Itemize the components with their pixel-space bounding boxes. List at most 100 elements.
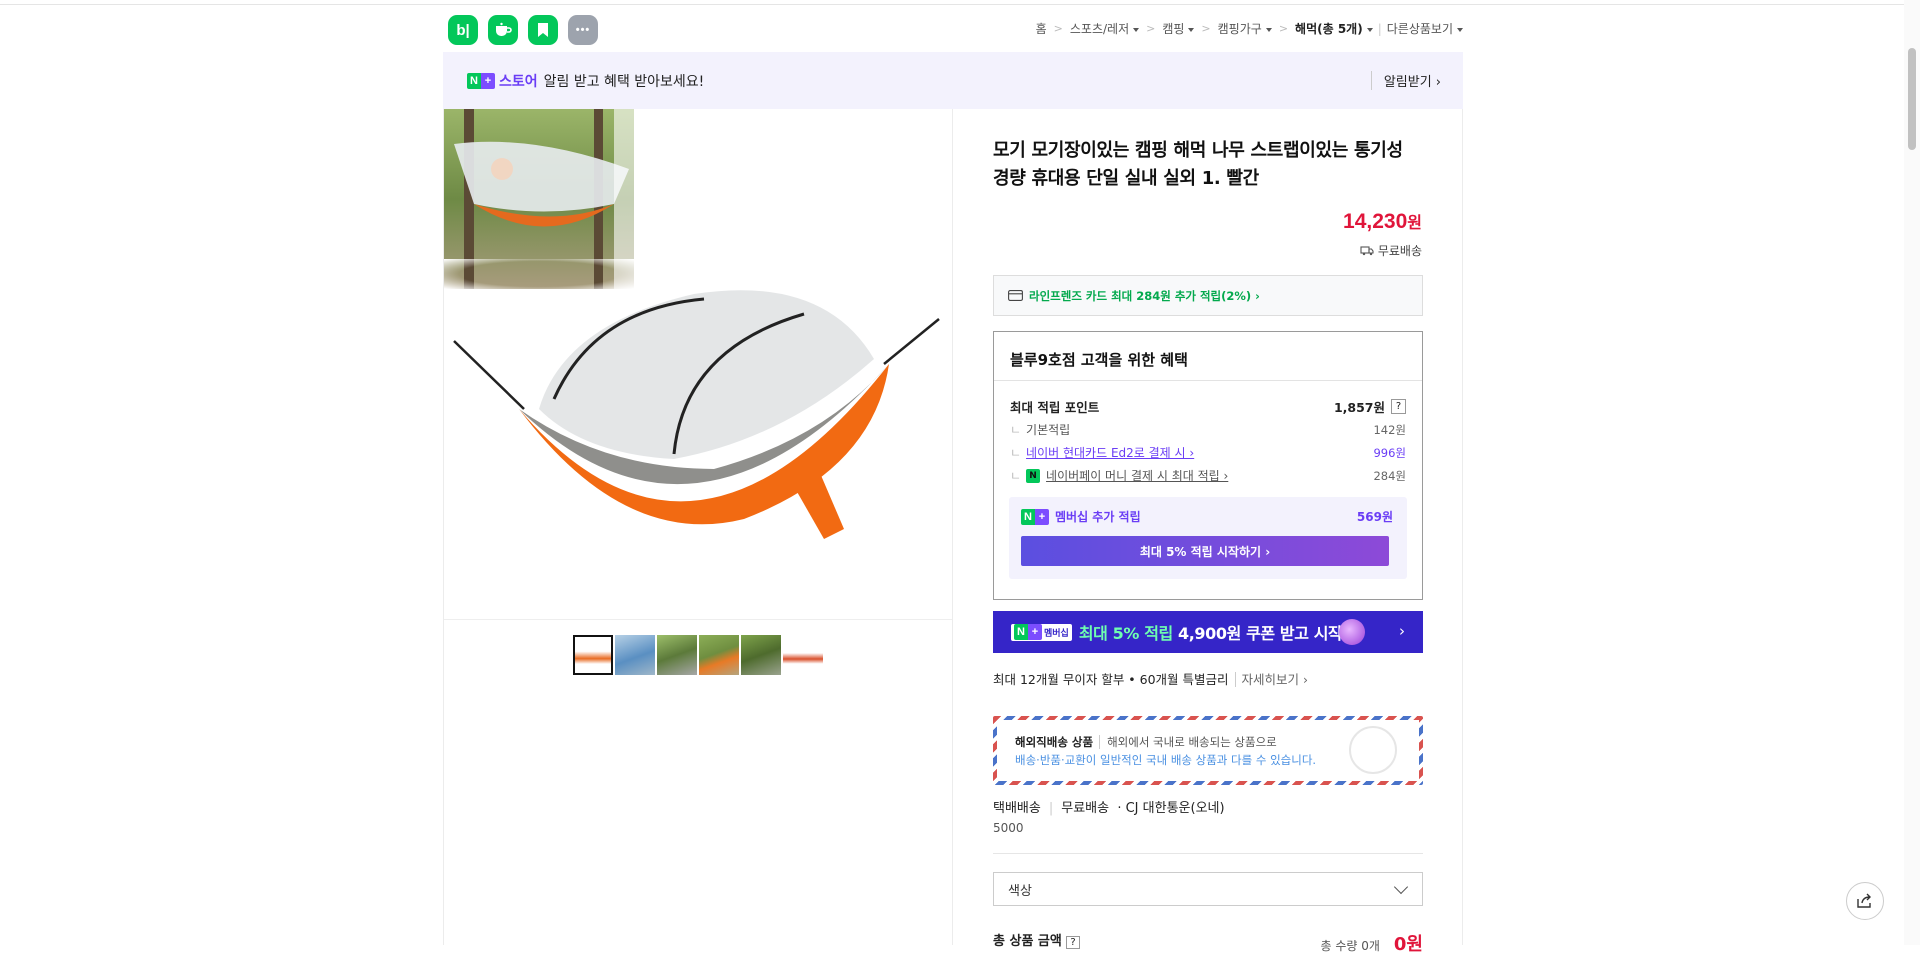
top-border xyxy=(0,0,1920,5)
cafe-app-icon[interactable] xyxy=(488,15,518,45)
coffee-cup-icon xyxy=(496,22,512,36)
breadcrumb-category-3[interactable]: 캠핑가구 xyxy=(1218,20,1272,37)
blog-app-icon[interactable]: b| xyxy=(448,15,478,45)
card-promo-text: 라인프렌즈 카드 최대 284원 추가 적립(2%) › xyxy=(1029,288,1260,303)
overseas-title: 해외직배송 상품 xyxy=(1015,735,1094,749)
benefit-divider xyxy=(994,380,1422,381)
credit-card-icon xyxy=(1008,290,1023,301)
breadcrumb-divider: | xyxy=(1377,21,1382,36)
total-price-row: 총 상품 금액 ? 총 수량 0개 0원 xyxy=(993,930,1423,956)
banner-highlight: 최대 5% 적립 xyxy=(1078,624,1173,643)
membership-pill-label: 멤버십 xyxy=(1044,628,1069,639)
delivery-info: 택배배송 | 무료배송 · CJ 대한통운(오네) xyxy=(993,797,1225,816)
product-title: 모기 모기장이있는 캠핑 해먹 나무 스트랩이있는 통기성 경량 휴대용 단일 … xyxy=(993,140,1403,189)
column-border xyxy=(1462,109,1463,945)
product-price: 14,230원 xyxy=(1343,209,1422,234)
chevron-down-icon xyxy=(1393,879,1409,895)
other-products-link[interactable]: 다른상품보기 xyxy=(1387,20,1463,37)
price-value: 14,230 xyxy=(1343,210,1408,233)
scrollbar-thumb[interactable] xyxy=(1908,48,1916,150)
membership-banner[interactable]: N + 멤버십 최대 5% 적립 4,900원 쿠폰 받고 시작 › xyxy=(993,611,1423,653)
bookmark-app-icon[interactable] xyxy=(528,15,558,45)
overseas-description: 해외에서 국내로 배송되는 상품으로 xyxy=(1099,735,1277,749)
max-points-value: 1,857원 xyxy=(1333,400,1385,415)
benefit-box: 블루9호점 고객을 위한 혜택 최대 적립 포인트 1,857원? ㄴ 기본적립 … xyxy=(993,331,1423,600)
naverpay-money-row[interactable]: ㄴ N 네이버페이 머니 결제 시 최대 적립 › 284원 xyxy=(1010,467,1406,484)
membership-label: 멤버십 추가 적립 xyxy=(1055,510,1141,524)
color-option-placeholder: 색상 xyxy=(1008,883,1032,899)
hyundai-card-label: 네이버 현대카드 Ed2로 결제 시 › xyxy=(1026,446,1195,460)
hyundai-card-row[interactable]: ㄴ 네이버 현대카드 Ed2로 결제 시 › 996원 xyxy=(1010,444,1406,461)
naverpay-money-value: 284원 xyxy=(1373,468,1406,483)
total-quantity: 총 수량 0개 xyxy=(1320,939,1380,953)
truck-icon xyxy=(1360,246,1374,256)
notification-bar: N + 스토어 알림 받고 혜택 받아보세요! 알림받기 › xyxy=(443,52,1463,109)
breadcrumb: 홈 > 스포츠/레저 > 캠핑 > 캠핑가구 > 해먹(총 5개) | 다른상품… xyxy=(1036,20,1463,37)
total-label-wrap: 총 상품 금액 ? xyxy=(993,930,1080,956)
tree-branch-icon: ㄴ xyxy=(1010,446,1022,460)
naver-plus-badge: N + xyxy=(1014,624,1042,640)
max-points-label: 최대 적립 포인트 xyxy=(1010,400,1100,415)
subscribe-alarm-button[interactable]: 알림받기 › xyxy=(1370,71,1441,90)
naverpay-icon: N xyxy=(1026,468,1041,483)
thumbnail-2[interactable] xyxy=(615,635,655,675)
banner-text: 최대 5% 적립 4,900원 쿠폰 받고 시작 xyxy=(1079,620,1343,644)
breadcrumb-category-2[interactable]: 캠핑 xyxy=(1162,20,1195,37)
banner-rest: 4,900원 쿠폰 받고 시작 xyxy=(1172,624,1343,643)
delivery-carrier: · CJ 대한통운(오네) xyxy=(1117,801,1225,816)
caret-down-icon xyxy=(1457,27,1463,32)
more-apps-label: ••• xyxy=(575,24,591,36)
delivery-cost: 5000 xyxy=(993,821,1024,835)
breadcrumb-category-1-label: 스포츠/레저 xyxy=(1069,22,1130,36)
breadcrumb-home[interactable]: 홈 xyxy=(1036,20,1047,37)
caret-down-icon xyxy=(1133,27,1140,32)
breadcrumb-separator: > xyxy=(1201,22,1211,35)
breadcrumb-category-1[interactable]: 스포츠/레저 xyxy=(1069,20,1140,37)
blog-app-label: b| xyxy=(456,21,470,39)
airplane-stamp-icon xyxy=(1349,726,1397,774)
thumbnail-6[interactable] xyxy=(783,635,823,675)
overseas-title-line: 해외직배송 상품 해외에서 국내로 배송되는 상품으로 xyxy=(1015,734,1277,750)
delivery-fee: 무료배송 xyxy=(1061,801,1110,816)
thumbnail-4[interactable] xyxy=(699,635,739,675)
breadcrumb-current-label: 해먹(총 5개) xyxy=(1295,22,1363,36)
chevron-right-icon: › xyxy=(1399,622,1405,640)
notification-message: 알림 받고 혜택 받아보세요! xyxy=(543,73,705,90)
section-divider xyxy=(993,853,1423,854)
other-products-label: 다른상품보기 xyxy=(1386,22,1453,36)
thumbnail-3[interactable] xyxy=(657,635,697,675)
more-apps-icon[interactable]: ••• xyxy=(568,15,598,45)
breadcrumb-separator: > xyxy=(1278,22,1289,35)
breadcrumb-current[interactable]: 해먹(총 5개) xyxy=(1295,20,1373,37)
naver-plus-badge: N + xyxy=(1021,508,1049,525)
membership-label-wrap: N + 멤버십 추가 적립 xyxy=(1021,508,1141,525)
help-icon[interactable]: ? xyxy=(1391,399,1406,414)
thumbnail-1[interactable] xyxy=(573,635,613,675)
tree-branch-icon: ㄴ xyxy=(1010,469,1022,483)
membership-pill: N + 멤버십 xyxy=(1011,623,1072,641)
product-main-image[interactable] xyxy=(444,109,952,619)
bookmark-icon xyxy=(538,23,548,37)
breadcrumb-separator: > xyxy=(1053,22,1063,35)
tree-branch-icon: ㄴ xyxy=(1010,423,1022,437)
share-button[interactable] xyxy=(1846,882,1884,920)
membership-value: 569원 xyxy=(1356,510,1393,524)
card-promo-box[interactable]: 라인프렌즈 카드 최대 284원 추가 적립(2%) › xyxy=(993,275,1423,316)
installment-info: 최대 12개월 무이자 할부 • 60개월 특별금리 자세히보기 › xyxy=(993,669,1309,688)
color-option-select[interactable]: 색상 xyxy=(993,872,1423,906)
thumbnail-5[interactable] xyxy=(741,635,781,675)
breadcrumb-category-2-label: 캠핑 xyxy=(1162,22,1185,36)
naverpay-money-label: 네이버페이 머니 결제 시 최대 적립 › xyxy=(1046,469,1229,483)
benefit-heading: 블루9호점 고객을 위한 혜택 xyxy=(1010,351,1188,369)
share-icon xyxy=(1857,893,1871,908)
installment-more-link[interactable]: 자세히보기 › xyxy=(1234,672,1309,687)
membership-start-button[interactable]: 최대 5% 적립 시작하기 › xyxy=(1021,536,1389,566)
installment-text: 최대 12개월 무이자 할부 • 60개월 특별금리 xyxy=(993,672,1229,687)
shipping-info: 무료배송 xyxy=(1360,242,1422,259)
overseas-shipping-notice: 해외직배송 상품 해외에서 국내로 배송되는 상품으로 배송·반품·교환이 일반적… xyxy=(993,716,1423,785)
help-icon[interactable]: ? xyxy=(1066,936,1080,949)
caret-down-icon xyxy=(1265,27,1272,32)
breadcrumb-separator: > xyxy=(1146,22,1156,35)
total-value-wrap: 총 수량 0개 0원 xyxy=(1320,930,1423,956)
basic-points-value: 142원 xyxy=(1373,422,1406,437)
